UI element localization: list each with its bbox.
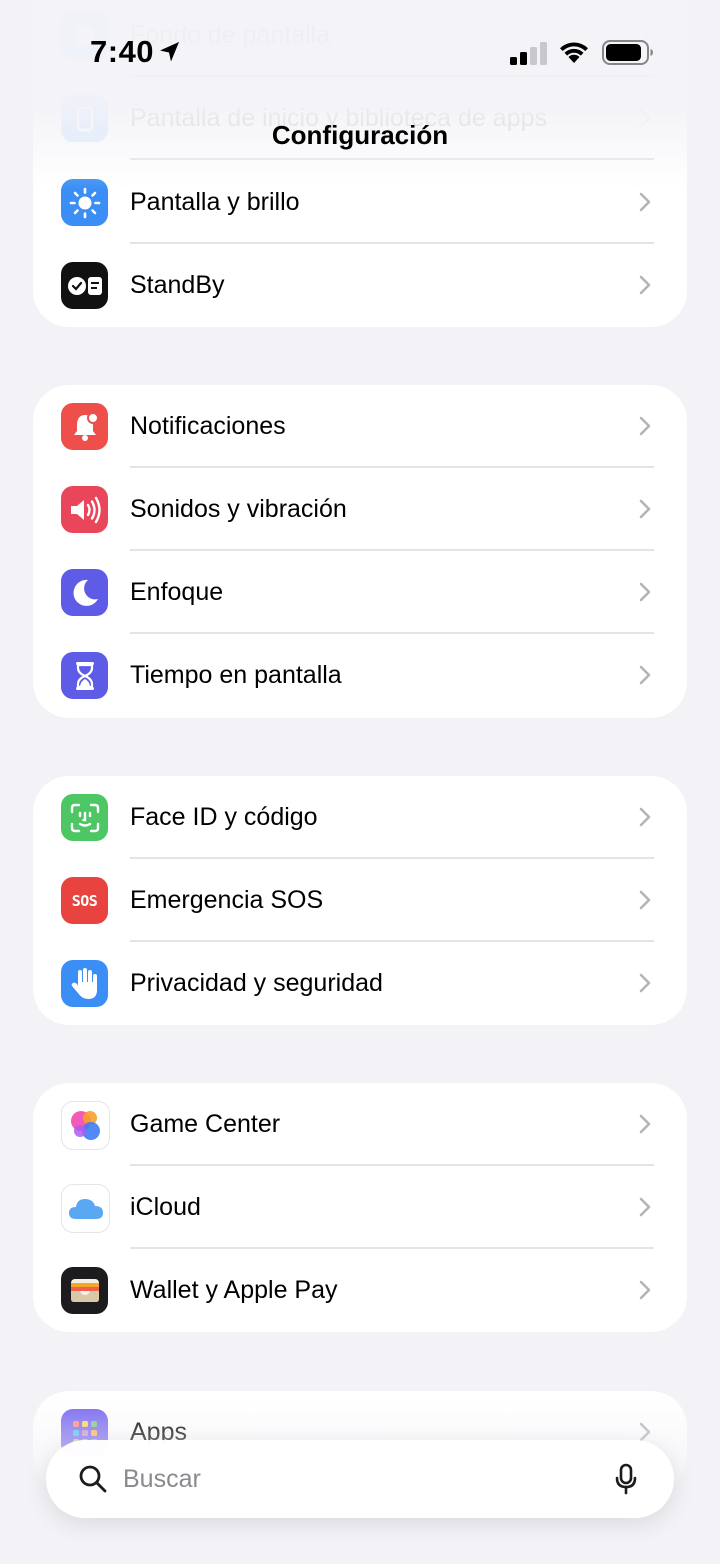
settings-row-label: Privacidad y seguridad	[130, 969, 383, 997]
settings-row-privacidad[interactable]: Privacidad y seguridad	[33, 942, 687, 1025]
sos-icon: SOS	[61, 877, 108, 924]
settings-row-enfoque[interactable]: Enfoque	[33, 551, 687, 634]
standby-icon	[61, 262, 108, 309]
settings-row-wallet[interactable]: Wallet y Apple Pay	[33, 1249, 687, 1332]
settings-row-label: Pantalla y brillo	[130, 188, 300, 216]
settings-row-label: Tiempo en pantalla	[130, 661, 342, 689]
settings-row-label: Wallet y Apple Pay	[130, 1276, 338, 1304]
settings-row-standby[interactable]: StandBy	[33, 244, 687, 327]
chevron-right-icon	[639, 582, 651, 607]
battery-icon	[602, 40, 654, 71]
settings-row-label: Emergencia SOS	[130, 886, 324, 914]
settings-row-label: Enfoque	[130, 578, 224, 606]
settings-group-security: Face ID y código SOS Emergencia SOS Priv…	[33, 776, 687, 1025]
status-bar: 7:40	[0, 0, 720, 100]
settings-row-sonidos[interactable]: Sonidos y vibración	[33, 468, 687, 551]
settings-group-services: Game Center iCloud Wallet y Apple Pay	[33, 1083, 687, 1332]
wallet-icon	[61, 1267, 108, 1314]
chevron-right-icon	[639, 275, 651, 300]
settings-row-tiempo-pantalla[interactable]: Tiempo en pantalla	[33, 634, 687, 717]
hand-icon	[61, 960, 108, 1007]
settings-row-label: iCloud	[130, 1193, 201, 1221]
settings-row-label: Face ID y código	[130, 803, 318, 831]
wifi-icon	[557, 38, 591, 69]
chevron-right-icon	[639, 665, 651, 690]
location-arrow-icon	[158, 40, 182, 69]
settings-row-game-center[interactable]: Game Center	[33, 1083, 687, 1166]
chevron-right-icon	[639, 416, 651, 441]
microphone-icon[interactable]	[614, 1463, 638, 1500]
chevron-right-icon	[639, 1197, 651, 1222]
settings-row-face-id[interactable]: Face ID y código	[33, 776, 687, 859]
chevron-right-icon	[639, 807, 651, 832]
chevron-right-icon	[639, 1114, 651, 1139]
settings-row-pantalla-brillo[interactable]: Pantalla y brillo	[33, 161, 687, 244]
settings-row-label: Game Center	[130, 1110, 281, 1138]
settings-row-emergencia-sos[interactable]: SOS Emergencia SOS	[33, 859, 687, 942]
page-title: Configuración	[271, 120, 449, 150]
chevron-right-icon	[639, 973, 651, 998]
settings-group-notifications: Notificaciones Sonidos y vibración Enfoq…	[33, 385, 687, 718]
sun-icon	[61, 179, 108, 226]
chevron-right-icon	[639, 192, 651, 217]
sos-icon-text: SOS	[71, 891, 98, 910]
speaker-icon	[61, 486, 108, 533]
search-bar[interactable]: Buscar	[46, 1440, 674, 1518]
moon-icon	[61, 569, 108, 616]
settings-row-icloud[interactable]: iCloud	[33, 1166, 687, 1249]
search-input[interactable]: Buscar	[123, 1440, 201, 1518]
chevron-right-icon	[639, 1280, 651, 1305]
settings-row-label: Notificaciones	[130, 412, 286, 440]
chevron-right-icon	[639, 890, 651, 915]
cellular-signal-icon	[510, 42, 548, 71]
settings-row-label: Sonidos y vibración	[130, 495, 347, 523]
status-time: 7:40	[90, 34, 155, 69]
hourglass-icon	[61, 652, 108, 699]
settings-row-notificaciones[interactable]: Notificaciones	[33, 385, 687, 468]
cloud-icon	[61, 1184, 110, 1233]
bell-icon	[61, 403, 108, 450]
search-icon	[78, 1464, 108, 1499]
face-id-icon	[61, 794, 108, 841]
game-center-icon	[61, 1101, 110, 1150]
row-separator	[130, 158, 654, 160]
settings-row-label: StandBy	[130, 271, 225, 299]
chevron-right-icon	[639, 499, 651, 524]
